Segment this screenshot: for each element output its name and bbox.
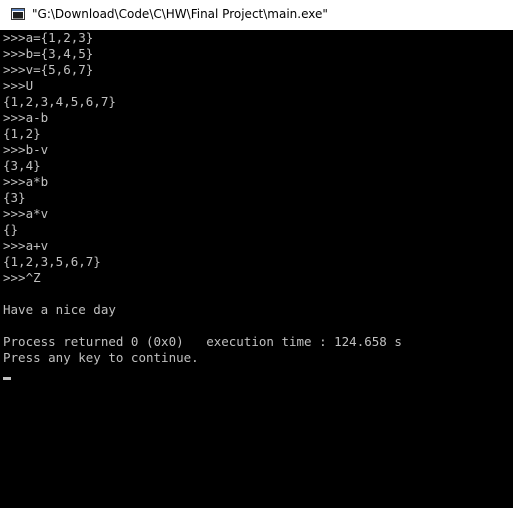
console-line: >>>a*b bbox=[3, 174, 49, 189]
console-line: Press any key to continue. bbox=[3, 350, 199, 365]
console-line: >>>a*v bbox=[3, 206, 49, 221]
console-line: {} bbox=[3, 222, 19, 237]
console-line: >>>a={1,2,3} bbox=[3, 30, 94, 45]
console-line: >>>^Z bbox=[3, 270, 41, 285]
console-line: {1,2,3,5,6,7} bbox=[3, 254, 101, 269]
console-line: {3} bbox=[3, 190, 26, 205]
console-line: {1,2,3,4,5,6,7} bbox=[3, 94, 116, 109]
title-bar[interactable]: "G:\Download\Code\C\HW\Final Project\mai… bbox=[0, 0, 513, 30]
console-line: {3,4} bbox=[3, 158, 41, 173]
console-line: Have a nice day bbox=[3, 302, 116, 317]
console-line: >>>b-v bbox=[3, 142, 49, 157]
console-line: >>>a+v bbox=[3, 238, 49, 253]
console-line: >>>a-b bbox=[3, 110, 49, 125]
console-app-icon bbox=[11, 8, 25, 20]
window-title: "G:\Download\Code\C\HW\Final Project\mai… bbox=[32, 7, 328, 21]
text-cursor bbox=[3, 377, 11, 380]
console-line: Process returned 0 (0x0) execution time … bbox=[3, 334, 402, 349]
console-line: >>>b={3,4,5} bbox=[3, 46, 94, 61]
console-line: >>>U bbox=[3, 78, 34, 93]
console-output[interactable]: >>>a={1,2,3} >>>b={3,4,5} >>>v={5,6,7} >… bbox=[0, 30, 513, 508]
console-window: "G:\Download\Code\C\HW\Final Project\mai… bbox=[0, 0, 513, 508]
console-line: >>>v={5,6,7} bbox=[3, 62, 94, 77]
console-line: {1,2} bbox=[3, 126, 41, 141]
